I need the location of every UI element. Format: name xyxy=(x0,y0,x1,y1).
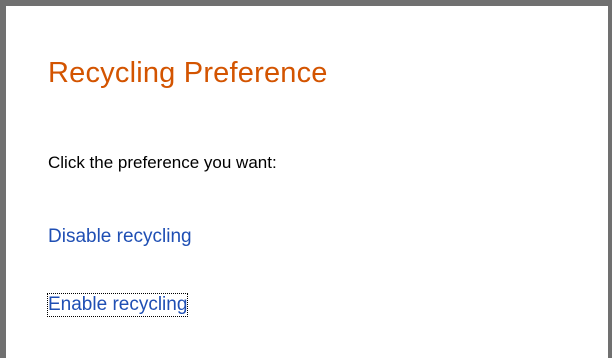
dialog-frame: Recycling Preference Click the preferenc… xyxy=(0,0,612,358)
instruction-text: Click the preference you want: xyxy=(48,153,277,172)
disable-recycling-link[interactable]: Disable recycling xyxy=(48,226,192,248)
preference-panel: Recycling Preference Click the preferenc… xyxy=(46,56,328,317)
enable-recycling-link[interactable]: Enable recycling xyxy=(46,293,189,317)
page-title: Recycling Preference xyxy=(48,57,328,89)
